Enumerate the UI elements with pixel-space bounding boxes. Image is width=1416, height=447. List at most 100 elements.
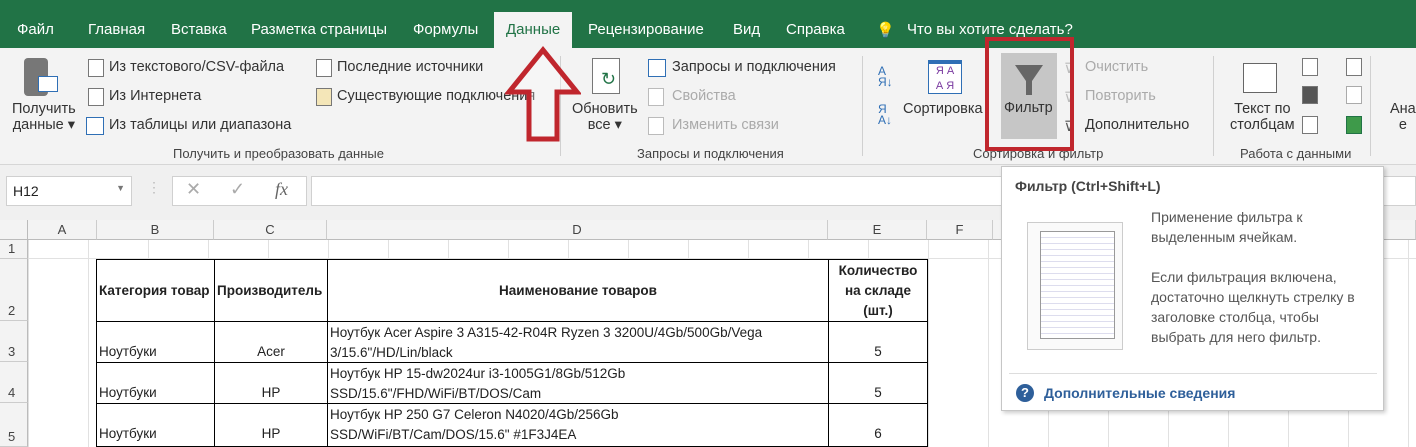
column-header-e[interactable]: E — [828, 220, 927, 240]
from-web-button[interactable]: Из Интернета — [109, 88, 201, 104]
insert-function-icon[interactable]: fx — [275, 179, 288, 200]
name-line: SSD/15.6"/FHD/WiFi/BT/DOS/Cam — [330, 386, 542, 401]
column-header-d[interactable]: D — [327, 220, 828, 240]
cell-qty[interactable]: 5 — [828, 321, 928, 363]
advanced-button[interactable]: Дополнительно — [1085, 117, 1189, 133]
header-category[interactable]: Категория товар — [96, 259, 215, 322]
cancel-icon[interactable]: ✕ — [186, 179, 201, 200]
name-line: Ноутбук HP 250 G7 Celeron N4020/4Gb/256G… — [330, 407, 619, 422]
csv-file-icon — [88, 59, 104, 77]
sort-az-icon[interactable]: А Я↓ — [878, 65, 893, 88]
column-header-a[interactable]: A — [28, 220, 97, 240]
get-data-button[interactable]: Получить данные ▾ — [12, 101, 76, 133]
analysis-label2: е — [1398, 117, 1407, 133]
consolidate-icon[interactable] — [1346, 58, 1362, 76]
sort-button[interactable]: Сортировка — [903, 101, 983, 117]
tab-help[interactable]: Справка — [786, 12, 845, 48]
header-name[interactable]: Наименование товаров — [327, 259, 829, 322]
what-if-analysis-button[interactable]: Ана е — [1390, 101, 1416, 133]
column-header-c[interactable]: C — [214, 220, 327, 240]
group-separator — [1213, 56, 1214, 156]
column-header-b[interactable]: B — [97, 220, 214, 240]
flash-fill-icon[interactable] — [1302, 58, 1318, 76]
more-info-link[interactable]: Дополнительные сведения — [1044, 385, 1235, 401]
ttc-label2: столбцам — [1230, 117, 1295, 133]
header-qty[interactable]: Количество на складе (шт.) — [828, 259, 928, 322]
column-header-f[interactable]: F — [927, 220, 993, 240]
data-validation-icon[interactable] — [1302, 116, 1318, 134]
edit-links-button[interactable]: Изменить связи — [672, 117, 779, 133]
cell-category[interactable]: Ноутбуки — [96, 362, 215, 404]
name-box-value: H12 — [13, 183, 39, 199]
queries-connections-button[interactable]: Запросы и подключения — [672, 59, 836, 75]
header-maker[interactable]: Производитель — [214, 259, 328, 322]
group-label-data-tools: Работа с данными — [1240, 146, 1352, 161]
name-box[interactable]: H12 ▼ — [6, 176, 132, 206]
tab-review[interactable]: Рецензирование — [588, 12, 704, 48]
name-line: SSD/WiFi/BT/Cam/DOS/15.6" #1F3J4EA — [330, 427, 577, 442]
group-separator — [862, 56, 863, 156]
text-to-columns-button[interactable]: Текст по столбцам — [1230, 101, 1295, 133]
tab-file[interactable]: Файл — [17, 12, 54, 48]
ttc-label: Текст по — [1234, 101, 1291, 117]
tab-data[interactable]: Данные — [494, 12, 573, 48]
remove-duplicates-icon[interactable] — [1302, 86, 1318, 104]
cell-maker[interactable]: HP — [214, 403, 328, 447]
get-data-label2: данные — [12, 117, 64, 133]
text-to-columns-icon — [1243, 63, 1277, 93]
tab-formulas[interactable]: Формулы — [413, 12, 478, 48]
refresh-label2: все — [587, 117, 611, 133]
formula-buttons: ✕ ✓ fx — [172, 176, 307, 206]
help-icon: ? — [1016, 384, 1034, 402]
recent-sources-icon — [316, 59, 332, 77]
relationships-icon[interactable] — [1346, 86, 1362, 104]
row-header-4[interactable]: 4 — [0, 362, 28, 403]
row-header-5[interactable]: 5 — [0, 403, 28, 447]
properties-button[interactable]: Свойства — [672, 88, 736, 104]
row-header-1[interactable]: 1 — [0, 240, 28, 259]
red-arrow-up-icon — [505, 46, 581, 142]
cell-qty[interactable]: 5 — [828, 362, 928, 404]
tab-home[interactable]: Главная — [88, 12, 145, 48]
reapply-button[interactable]: Повторить — [1085, 88, 1156, 104]
tab-page-layout[interactable]: Разметка страницы — [251, 12, 387, 48]
tooltip-description-1: Применение фильтра к выделенным ячейкам. — [1151, 209, 1303, 245]
queries-icon — [648, 59, 666, 77]
cell-maker[interactable]: Acer — [214, 321, 328, 363]
select-all-button[interactable] — [0, 220, 28, 240]
cell-name[interactable]: Ноутбук HP 250 G7 Celeron N4020/4Gb/256G… — [327, 403, 829, 447]
refresh-all-button[interactable]: Обновить все ▾ — [572, 101, 638, 133]
tooltip-title: Фильтр (Ctrl+Shift+L) — [1015, 178, 1161, 194]
cell-qty[interactable]: 6 — [828, 403, 928, 447]
highlight-box — [985, 37, 1074, 151]
from-csv-button[interactable]: Из текстового/CSV-файла — [109, 59, 284, 75]
properties-icon — [648, 88, 664, 106]
from-table-button[interactable]: Из таблицы или диапазона — [109, 117, 291, 133]
web-globe-icon — [88, 88, 104, 106]
tab-view[interactable]: Вид — [733, 12, 760, 48]
cell-category[interactable]: Ноутбуки — [96, 321, 215, 363]
cell-name[interactable]: Ноутбук Acer Aspire 3 A315-42-R04R Ryzen… — [327, 321, 829, 363]
refresh-all-icon: ↻ — [592, 58, 620, 94]
cell-name[interactable]: Ноутбук HP 15-dw2024ur i3-1005G1/8Gb/512… — [327, 362, 829, 404]
analysis-label: Ана — [1390, 101, 1416, 117]
filter-dropdown-preview — [1040, 231, 1115, 339]
sort-za-icon[interactable]: Я А↓ — [878, 103, 892, 126]
row-header-2[interactable]: 2 — [0, 259, 28, 321]
drag-handle-icon[interactable]: ⋮ — [147, 179, 161, 196]
sort-dialog-icon: Я АА Я — [928, 60, 962, 94]
row-header-3[interactable]: 3 — [0, 321, 28, 362]
cell-maker[interactable]: HP — [214, 362, 328, 404]
name-line: Ноутбук HP 15-dw2024ur i3-1005G1/8Gb/512… — [330, 366, 626, 381]
lightbulb-icon: 💡 — [876, 22, 895, 39]
filter-preview-image — [1027, 222, 1123, 350]
cell-category[interactable]: Ноутбуки — [96, 403, 215, 447]
get-data-label: Получить — [12, 101, 76, 117]
divider — [1009, 373, 1377, 374]
enter-check-icon[interactable]: ✓ — [230, 179, 245, 200]
recent-sources-button[interactable]: Последние источники — [337, 59, 483, 75]
tab-insert[interactable]: Вставка — [171, 12, 227, 48]
group-label-get-transform: Получить и преобразовать данные — [173, 146, 384, 161]
clear-button[interactable]: Очистить — [1085, 59, 1148, 75]
data-model-icon[interactable] — [1346, 116, 1362, 134]
